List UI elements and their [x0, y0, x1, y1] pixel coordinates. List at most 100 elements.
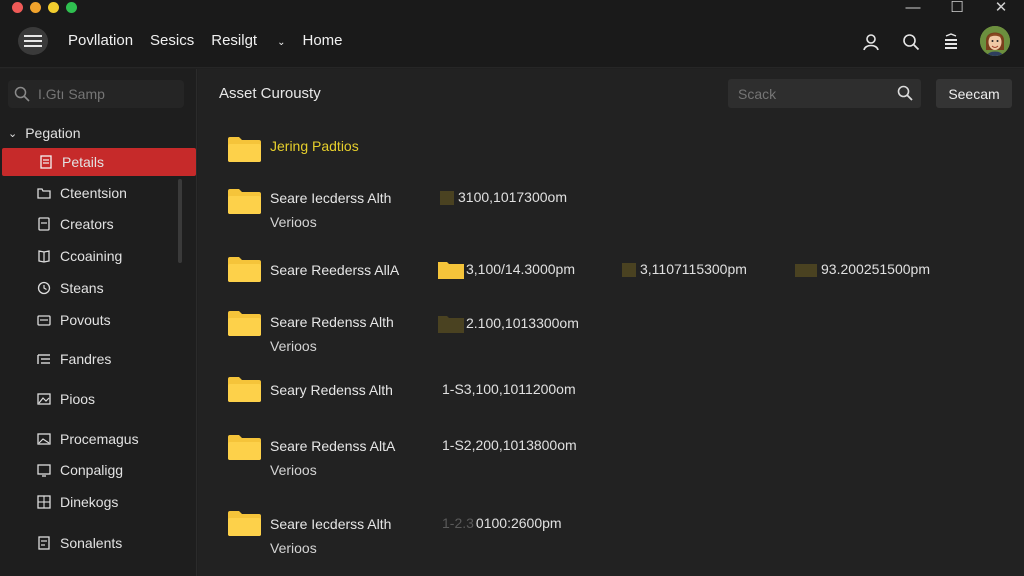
- minimize-dot-icon[interactable]: [30, 2, 41, 13]
- item-meta: 3,100/14.3000pm: [438, 259, 575, 279]
- sidebar-search-input[interactable]: [38, 86, 178, 102]
- minimize-icon[interactable]: —: [904, 0, 922, 16]
- avatar-image: [980, 26, 1010, 56]
- image-icon: [37, 393, 51, 405]
- main-search: [728, 79, 921, 108]
- sidebar-item-label: Procemagus: [60, 431, 139, 447]
- folder-icon: [228, 137, 261, 162]
- stack-icon[interactable]: [940, 31, 962, 53]
- sidebar-item-povouts[interactable]: Povouts: [0, 306, 196, 334]
- hamburger-icon: [24, 35, 42, 47]
- folder-icon: [440, 191, 454, 205]
- sidebar-item-cteentsion[interactable]: Cteentsion: [0, 179, 196, 207]
- item-subtitle: Verioos: [270, 214, 317, 230]
- card-icon: [37, 315, 51, 326]
- nav-item-povllation[interactable]: Povllation: [68, 32, 133, 52]
- item-name: Seare Redenss Alth: [270, 314, 394, 330]
- item-meta-value: 3,1107115300pm: [640, 261, 747, 277]
- window-controls-mac: [12, 2, 77, 13]
- nav-item-resilgt-dropdown[interactable]: Resilgt ⌄: [211, 32, 285, 52]
- sidebar-item-steans[interactable]: Steans: [0, 274, 196, 302]
- close-icon[interactable]: ✕: [992, 0, 1010, 16]
- sidebar-item-procemagus[interactable]: Procemagus: [0, 425, 196, 453]
- sidebar-item-dinekogs[interactable]: Dinekogs: [0, 488, 196, 516]
- item-meta: 2.100,1013300om: [438, 313, 579, 333]
- item-meta-value: 3,100/14.3000pm: [466, 261, 575, 277]
- zoom-dot-icon[interactable]: [48, 2, 59, 13]
- folder-icon: [228, 377, 261, 402]
- main-panel: Asset Curousty Seecam Jering Padtios Sea…: [198, 69, 1024, 576]
- item-meta: 1-2.3 0100:2600pm: [442, 515, 562, 531]
- chevron-down-icon: ⌄: [8, 127, 18, 140]
- sidebar: ⌄ Pegation Petails Cteentsion Creators C…: [0, 69, 197, 576]
- close-dot-icon[interactable]: [12, 2, 23, 13]
- item-meta: 3100,1017300om: [440, 189, 567, 205]
- sidebar-item-label: Povouts: [60, 312, 111, 328]
- folder-icon: [438, 262, 464, 279]
- folder-icon: [37, 188, 51, 199]
- nav-item-sesics[interactable]: Sesics: [150, 32, 194, 52]
- sidebar-section-heading[interactable]: ⌄ Pegation: [8, 125, 81, 141]
- item-meta: 93.200251500pm: [795, 261, 930, 277]
- sidebar-item-fandres[interactable]: Fandres: [0, 345, 196, 373]
- item-name: Seary Redenss Alth: [270, 382, 393, 398]
- sidebar-item-label: Fandres: [60, 351, 112, 367]
- sidebar-item-label: Sonalents: [60, 535, 123, 551]
- nav-item-home[interactable]: Home: [302, 32, 342, 52]
- toolbar-icons: [860, 31, 962, 53]
- item-meta-value: 0100:2600pm: [475, 515, 562, 531]
- faded-prefix: 1-2.3: [442, 515, 474, 531]
- sidebar-item-label: Cteentsion: [60, 185, 127, 201]
- sidebar-item-petails[interactable]: Petails: [2, 148, 196, 176]
- list-item[interactable]: Seare Iecderss Alth Verioos 1-2.3 0100:2…: [228, 509, 1018, 559]
- item-name: Jering Padtios: [270, 138, 359, 154]
- sidebar-item-pioos[interactable]: Pioos: [0, 385, 196, 413]
- book-icon: [38, 250, 50, 263]
- item-meta: 1-S2,200,1013800om: [442, 437, 577, 453]
- item-meta-value: 1-S3,100,1011200om: [442, 381, 576, 397]
- sidebar-item-label: Steans: [60, 280, 104, 296]
- page-title: Asset Curousty: [219, 85, 321, 102]
- hamburger-menu-button[interactable]: [18, 27, 48, 55]
- main-nav: Povllation Sesics Resilgt ⌄ Home: [68, 32, 360, 52]
- sidebar-item-creators[interactable]: Creators: [0, 210, 196, 238]
- item-meta-value: 93.200251500pm: [821, 261, 930, 277]
- list-icon: [37, 354, 50, 364]
- item-name: Seare Reederss AllA: [270, 262, 400, 278]
- folder-icon: [228, 435, 261, 460]
- folder-icon: [622, 263, 636, 277]
- sidebar-item-label: Pioos: [60, 391, 96, 407]
- user-icon[interactable]: [860, 31, 882, 53]
- list-item[interactable]: Seary Redenss Alth 1-S3,100,1011200om: [228, 375, 1018, 425]
- fullscreen-dot-icon[interactable]: [66, 2, 77, 13]
- chevron-down-icon: ⌄: [277, 37, 286, 48]
- folder-icon: [228, 511, 261, 536]
- search-button[interactable]: Seecam: [936, 79, 1012, 108]
- list-item[interactable]: Seare Redenss AltA Verioos 1-S2,200,1013…: [228, 433, 1018, 483]
- folder-icon: [228, 311, 261, 336]
- item-subtitle: Verioos: [270, 338, 317, 354]
- monitor-icon: [37, 464, 51, 477]
- search-icon[interactable]: [900, 31, 922, 53]
- sidebar-item-conpaligg[interactable]: Conpaligg: [0, 456, 196, 484]
- list-item[interactable]: Jering Padtios: [228, 135, 1018, 185]
- sidebar-item-sonalents[interactable]: Sonalents: [0, 529, 196, 557]
- sidebar-heading-label: Pegation: [25, 125, 81, 141]
- list-item[interactable]: Seare Reederss AllA 3,100/14.3000pm 3,11…: [228, 255, 1018, 305]
- search-input[interactable]: [738, 85, 878, 102]
- search-icon[interactable]: [897, 85, 913, 101]
- folder-icon: [228, 189, 261, 214]
- document-icon: [40, 155, 52, 169]
- sidebar-item-label: Conpaligg: [60, 462, 124, 478]
- list-item[interactable]: Seare Redenss Alth Verioos 2.100,1013300…: [228, 309, 1018, 359]
- search-icon: [14, 86, 30, 102]
- list-item[interactable]: Seare Iecderss Alth Verioos 3100,1017300…: [228, 187, 1018, 237]
- item-meta: 1-S3,100,1011200om: [442, 381, 576, 397]
- item-subtitle: Verioos: [270, 540, 317, 556]
- title-bar: — ☐ ✕ Povllation Sesics Resilgt ⌄ Home: [0, 0, 1024, 68]
- sidebar-item-ccoaining[interactable]: Ccoaining: [0, 242, 196, 270]
- maximize-icon[interactable]: ☐: [948, 0, 966, 16]
- avatar[interactable]: [980, 26, 1010, 56]
- item-name: Seare Redenss AltA: [270, 438, 396, 454]
- document-icon: [38, 536, 50, 550]
